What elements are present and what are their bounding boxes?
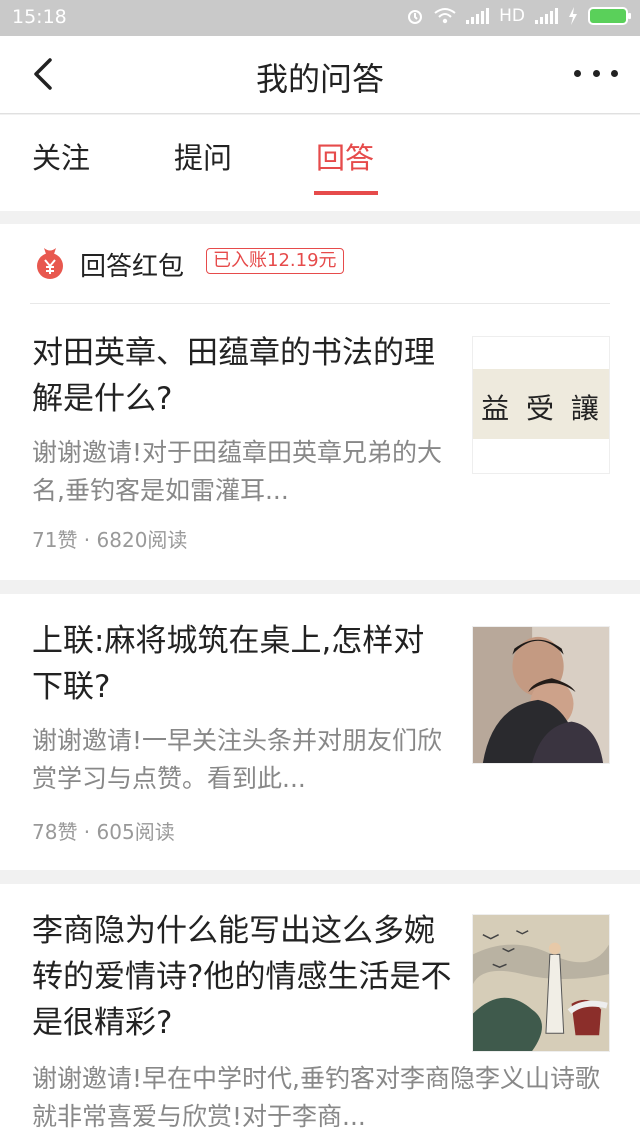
redpacket-label: 回答红包 <box>80 252 185 282</box>
status-icons: HD <box>406 6 631 26</box>
question-title[interactable]: 上联:麻将城筑在桌上,怎样对下联? <box>32 618 452 710</box>
answer-excerpt: 谢谢邀请!对于田蕴章田英章兄弟的大名,垂钓客是如雷灌耳... <box>32 438 443 505</box>
tab-answers[interactable]: 回答 <box>316 135 374 177</box>
question-title[interactable]: 对田英章、田蕴章的书法的理解是什么? <box>32 330 452 422</box>
more-options-icon[interactable] <box>574 58 618 88</box>
red-packet-icon <box>37 248 63 279</box>
couple-photo-thumbnail[interactable] <box>472 626 610 764</box>
page-title: 我的问答 <box>255 60 384 98</box>
answer-stats: 71赞 · 6820阅读 <box>32 528 188 552</box>
calligraphy-thumbnail[interactable]: 益 受 讓 <box>472 336 610 474</box>
answer-card: 回答红包 已入账12.19元 对田英章、田蕴章的书法的理解是什么? 谢谢邀请!对… <box>0 224 640 580</box>
nav-bar: 我的问答 <box>0 36 640 114</box>
network-label: HD <box>499 6 525 26</box>
answer-excerpt: 谢谢邀请!一早关注头条并对朋友们欣赏学习与点赞。看到此... <box>32 726 443 793</box>
answer-card: 上联:麻将城筑在桌上,怎样对下联? 谢谢邀请!一早关注头条并对朋友们欣赏学习与点… <box>0 594 640 870</box>
answer-stats: 78赞 · 605阅读 <box>32 820 175 844</box>
question-title[interactable]: 李商隐为什么能写出这么多婉转的爱情诗?他的情感生活是不是很精彩? <box>32 908 452 1046</box>
alarm-icon <box>408 10 423 24</box>
status-bar: 15:18 HD <box>0 0 640 36</box>
battery-icon <box>588 7 631 25</box>
answer-excerpt: 谢谢邀请!早在中学时代,垂钓客对李商隐李义山诗歌就非常喜爱与欣赏!对于李商... <box>32 1064 600 1131</box>
signal-icon-2 <box>535 8 558 24</box>
tab-follow[interactable]: 关注 <box>32 135 90 177</box>
painting-thumbnail[interactable] <box>472 914 610 1052</box>
signal-icon <box>466 8 490 24</box>
wifi-icon <box>434 8 456 24</box>
tab-questions[interactable]: 提问 <box>174 135 232 177</box>
answer-redpacket-row[interactable]: 回答红包 已入账12.19元 <box>30 224 610 304</box>
active-tab-indicator <box>314 191 378 195</box>
tab-bar: 关注 提问 回答 <box>0 115 640 211</box>
status-time: 15:18 <box>12 6 67 28</box>
calligraphy-text: 益 受 讓 <box>481 392 603 425</box>
charging-icon <box>569 7 577 25</box>
redpacket-amount-badge: 已入账12.19元 <box>206 248 344 274</box>
answer-card: 李商隐为什么能写出这么多婉转的爱情诗?他的情感生活是不是很精彩? 谢谢邀请!早在… <box>0 884 640 1138</box>
